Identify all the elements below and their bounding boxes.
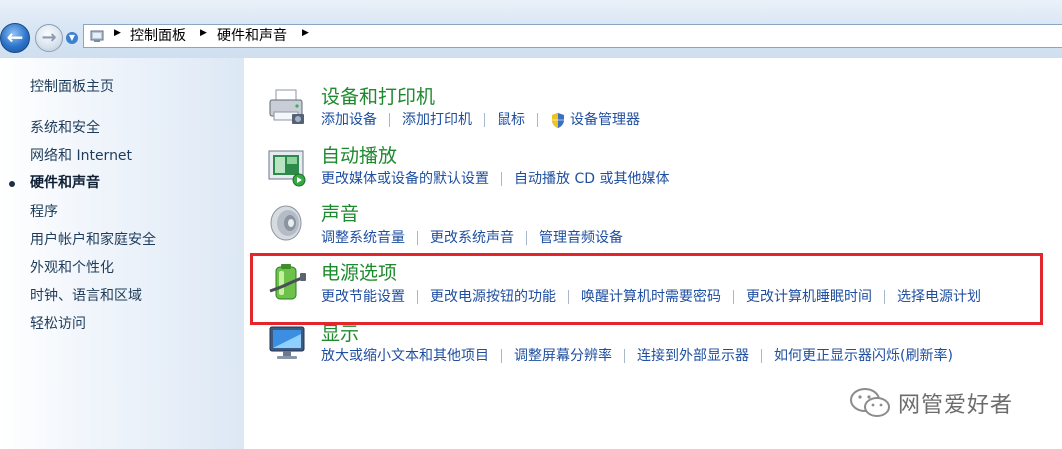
link-divider bbox=[501, 349, 502, 363]
sidebar-item-system-security[interactable]: 系统和安全 bbox=[30, 119, 100, 137]
category-title-display[interactable]: 显示 bbox=[321, 322, 359, 346]
sidebar-item-appearance[interactable]: 外观和个性化 bbox=[30, 259, 114, 277]
control-panel-icon bbox=[90, 30, 104, 42]
breadcrumb-control-panel[interactable]: 控制面板 bbox=[130, 27, 186, 45]
sidebar bbox=[0, 58, 244, 449]
current-item-bullet-icon bbox=[9, 181, 15, 187]
watermark: 网管爱好者 bbox=[848, 385, 1013, 421]
breadcrumb-separator-icon[interactable]: ▶ bbox=[302, 28, 309, 38]
printer-icon[interactable] bbox=[266, 86, 308, 128]
link-divider bbox=[389, 113, 390, 127]
wechat-icon bbox=[850, 388, 890, 417]
link-divider bbox=[501, 172, 502, 186]
sidebar-item-clock-region[interactable]: 时钟、语言和区域 bbox=[30, 287, 142, 305]
link-divider bbox=[624, 349, 625, 363]
link-manage-audio-devices[interactable]: 管理音频设备 bbox=[539, 229, 623, 247]
devices-printers-links: 添加设备 添加打印机 鼠标 设备管理器 bbox=[321, 111, 640, 129]
sidebar-item-ease-of-access[interactable]: 轻松访问 bbox=[30, 315, 86, 333]
speaker-icon[interactable] bbox=[266, 202, 308, 244]
sound-links: 调整系统音量 更改系统声音 管理音频设备 bbox=[321, 229, 623, 247]
breadcrumb-separator-icon[interactable]: ▶ bbox=[200, 28, 207, 38]
link-zoom-text[interactable]: 放大或缩小文本和其他项目 bbox=[321, 347, 489, 365]
breadcrumb-separator-icon[interactable]: ▶ bbox=[114, 28, 121, 38]
power-options-highlight-box bbox=[250, 253, 1043, 325]
link-change-media-defaults[interactable]: 更改媒体或设备的默认设置 bbox=[321, 170, 489, 188]
forward-button[interactable]: → bbox=[35, 24, 63, 52]
link-add-device[interactable]: 添加设备 bbox=[321, 111, 377, 129]
link-add-printer[interactable]: 添加打印机 bbox=[402, 111, 472, 129]
category-title-sound[interactable]: 声音 bbox=[321, 202, 359, 226]
sidebar-item-programs[interactable]: 程序 bbox=[30, 203, 58, 221]
display-icon[interactable] bbox=[266, 323, 308, 365]
link-adjust-resolution[interactable]: 调整屏幕分辨率 bbox=[514, 347, 612, 365]
sidebar-item-hardware-sound[interactable]: 硬件和声音 bbox=[30, 174, 100, 192]
link-divider bbox=[417, 231, 418, 245]
autoplay-icon[interactable] bbox=[266, 146, 308, 188]
breadcrumb-hardware-sound[interactable]: 硬件和声音 bbox=[217, 27, 287, 45]
link-connect-external-display[interactable]: 连接到外部显示器 bbox=[637, 347, 749, 365]
sidebar-item-network[interactable]: 网络和 Internet bbox=[30, 147, 132, 165]
display-links: 放大或缩小文本和其他项目 调整屏幕分辨率 连接到外部显示器 如何更正显示器闪烁(… bbox=[321, 347, 953, 365]
link-divider bbox=[484, 113, 485, 127]
link-divider bbox=[537, 113, 538, 127]
link-adjust-volume[interactable]: 调整系统音量 bbox=[321, 229, 405, 247]
back-button[interactable]: ← bbox=[0, 23, 30, 53]
sidebar-home-link[interactable]: 控制面板主页 bbox=[30, 78, 114, 96]
watermark-text: 网管爱好者 bbox=[898, 393, 1014, 418]
link-mouse[interactable]: 鼠标 bbox=[497, 111, 525, 129]
address-bar[interactable]: ▶ 控制面板 ▶ 硬件和声音 ▶ bbox=[83, 24, 1062, 48]
link-divider bbox=[526, 231, 527, 245]
uac-shield-icon bbox=[552, 112, 564, 128]
link-change-system-sounds[interactable]: 更改系统声音 bbox=[430, 229, 514, 247]
link-fix-flicker[interactable]: 如何更正显示器闪烁(刷新率) bbox=[774, 347, 953, 365]
link-autoplay-cd[interactable]: 自动播放 CD 或其他媒体 bbox=[514, 170, 669, 188]
recent-pages-dropdown[interactable]: ▼ bbox=[66, 32, 78, 44]
link-device-manager[interactable]: 设备管理器 bbox=[570, 111, 640, 129]
autoplay-links: 更改媒体或设备的默认设置 自动播放 CD 或其他媒体 bbox=[321, 170, 669, 188]
category-title-devices-printers[interactable]: 设备和打印机 bbox=[321, 85, 435, 109]
sidebar-item-user-accounts[interactable]: 用户帐户和家庭安全 bbox=[30, 231, 156, 249]
address-toolbar: ← → ▼ ▶ 控制面板 ▶ 硬件和声音 ▶ bbox=[0, 0, 1062, 58]
link-divider bbox=[761, 349, 762, 363]
category-title-autoplay[interactable]: 自动播放 bbox=[321, 144, 397, 168]
